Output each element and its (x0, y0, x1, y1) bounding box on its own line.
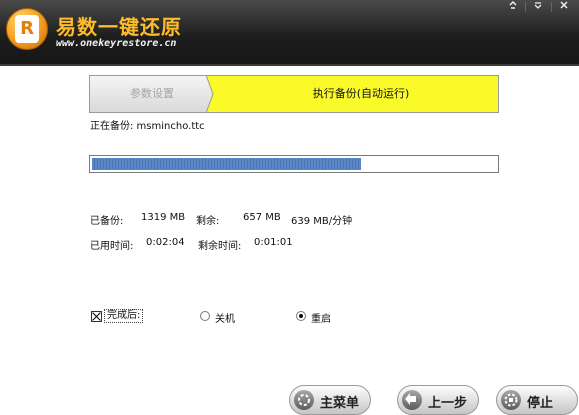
shutdown-label[interactable]: 关机 (215, 310, 235, 325)
remaining-value: 657 MB (243, 212, 281, 223)
stop-icon (501, 390, 521, 410)
app-logo-icon: R (6, 8, 48, 50)
remaining-label: 剩余: (196, 216, 220, 227)
elapsed-time-label: 已用时间: (90, 241, 134, 252)
app-website: www.onekeyrestore.cn (56, 38, 177, 49)
previous-step-button[interactable]: 上一步 (397, 385, 479, 415)
title-bar: R 易数一键还原 www.onekeyrestore.cn (0, 0, 579, 66)
header-divider (0, 64, 579, 66)
step-indicator: 参数设置 执行备份(自动运行) (89, 75, 499, 113)
elapsed-time-value: 0:02:04 (146, 237, 185, 248)
current-file-status: 正在备份: msmincho.ttc (90, 121, 205, 132)
remaining-time-label: 剩余时间: (198, 241, 242, 252)
backed-up-value: 1319 MB (141, 212, 186, 223)
stop-button[interactable]: 停止 (496, 385, 578, 415)
remaining-time-value: 0:01:01 (254, 237, 293, 248)
loading-spinner-icon (294, 390, 314, 410)
back-arrow-icon (402, 390, 422, 410)
progress-fill (92, 158, 361, 170)
window-controls-divider (525, 2, 526, 12)
main-menu-button[interactable]: 主菜单 (289, 385, 371, 415)
step-arrow-icon (206, 76, 219, 112)
backed-up-label: 已备份: (90, 216, 124, 227)
after-completion-label[interactable]: 完成后: (104, 309, 144, 323)
restart-label[interactable]: 重启 (311, 310, 331, 325)
after-completion-checkbox[interactable] (91, 311, 102, 322)
app-title: 易数一键还原 (56, 15, 182, 39)
step-parameter-settings: 参数设置 (90, 76, 214, 112)
backup-progress-bar (89, 155, 499, 173)
window-controls-divider (551, 2, 552, 12)
dropdown-icon[interactable] (527, 0, 549, 14)
restore-down-icon[interactable] (502, 0, 524, 14)
restart-radio[interactable] (296, 311, 306, 321)
close-icon[interactable] (553, 0, 575, 14)
step-execute-backup: 执行备份(自动运行) (212, 76, 498, 112)
shutdown-radio[interactable] (200, 311, 210, 321)
transfer-speed: 639 MB/分钟 (291, 216, 353, 227)
